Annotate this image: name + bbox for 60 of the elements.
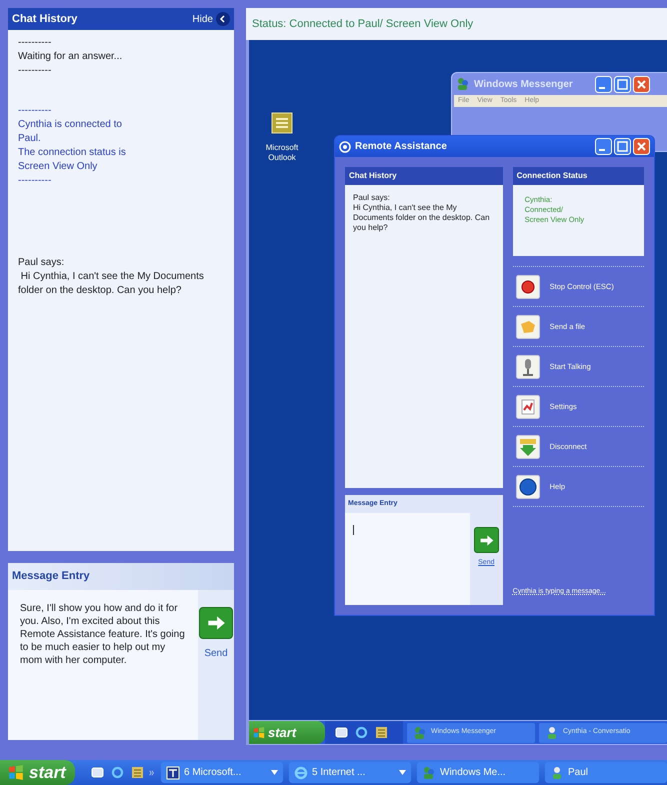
- chart-icon: [516, 394, 540, 418]
- windows-logo-icon: [253, 726, 265, 738]
- person-icon: [550, 766, 564, 780]
- minimize-icon[interactable]: [595, 76, 612, 92]
- windows-logo-icon: [8, 764, 24, 780]
- box-title: Chat History: [349, 170, 397, 182]
- taskbar-button[interactable]: Paul: [545, 762, 667, 783]
- chat-line: Hi Cynthia, I can't see the My Documents folder on the desktop. Can you help?: [18, 270, 205, 298]
- calendar-app-icon[interactable]: [271, 112, 293, 134]
- panel-title: Message Entry: [12, 569, 90, 584]
- chevron-right-icon[interactable]: [149, 768, 155, 776]
- caret-down-icon: [399, 770, 406, 775]
- chat-line: ----------: [18, 36, 52, 50]
- message-field[interactable]: [345, 513, 470, 605]
- close-icon[interactable]: [633, 138, 650, 155]
- minimize-icon[interactable]: [595, 138, 612, 155]
- chat-line: The connection status is Screen View Only: [18, 146, 127, 174]
- maximize-icon[interactable]: [614, 76, 631, 92]
- chat-line: ----------: [18, 174, 52, 188]
- people-icon: [422, 766, 436, 780]
- chat-line: Cynthia is connected to Paul.: [18, 118, 123, 146]
- taskbar-button[interactable]: 5 Internet ...: [289, 762, 411, 783]
- message-field[interactable]: Sure, I'll show you how and do it for you. Also, I'm excited about this Remote Assistance feature. It's going to be much easier to help out my mom with her computer.: [8, 590, 198, 740]
- send-button[interactable]: [474, 527, 499, 553]
- chat-line: Paul says:: [353, 193, 391, 203]
- globe-icon[interactable]: [355, 726, 368, 739]
- desktop-icon-label[interactable]: Microsoft Outlook: [259, 143, 305, 163]
- calendar-icon[interactable]: [130, 766, 144, 779]
- start-button[interactable]: start: [249, 721, 325, 744]
- person-icon: [545, 726, 559, 740]
- globe-icon[interactable]: [110, 766, 124, 779]
- panel-title: Chat History: [12, 12, 78, 27]
- chevron-left-icon[interactable]: [216, 12, 230, 26]
- window-title: Remote Assistance: [355, 140, 447, 154]
- caret-down-icon: [271, 770, 278, 775]
- document-icon: [166, 766, 180, 780]
- globe-icon: [294, 766, 308, 780]
- taskbar-button[interactable]: Windows Me...: [417, 762, 539, 783]
- people-icon: [456, 77, 470, 91]
- people-icon: [413, 726, 427, 740]
- hide-link[interactable]: Hide: [192, 12, 213, 26]
- maximize-icon[interactable]: [614, 138, 631, 155]
- box-title: Connection Status: [516, 170, 588, 182]
- disconnect-icon: [516, 434, 540, 458]
- text-cursor-icon: [353, 525, 354, 535]
- start-button[interactable]: start: [0, 760, 75, 785]
- calendar-icon[interactable]: [375, 726, 388, 739]
- stop-icon: [516, 274, 540, 298]
- taskbar-button[interactable]: 6 Microsoft...: [161, 762, 283, 783]
- chat-line: ----------: [18, 64, 52, 78]
- status-text: Status: Connected to Paul/ Screen View Only: [252, 16, 474, 32]
- chat-line: Paul says:: [18, 256, 66, 270]
- close-icon[interactable]: [633, 76, 650, 92]
- chat-line: Waiting for an answer...: [18, 50, 124, 64]
- window-title: Windows Messenger: [474, 78, 573, 92]
- send-button[interactable]: [199, 607, 233, 639]
- microphone-icon: [516, 354, 540, 378]
- send-link[interactable]: Send: [204, 646, 228, 661]
- chat-line: ----------: [18, 104, 52, 118]
- chat-line: Hi Cynthia, I can't see the My Documents folder on the desktop. Can you help?: [353, 203, 491, 233]
